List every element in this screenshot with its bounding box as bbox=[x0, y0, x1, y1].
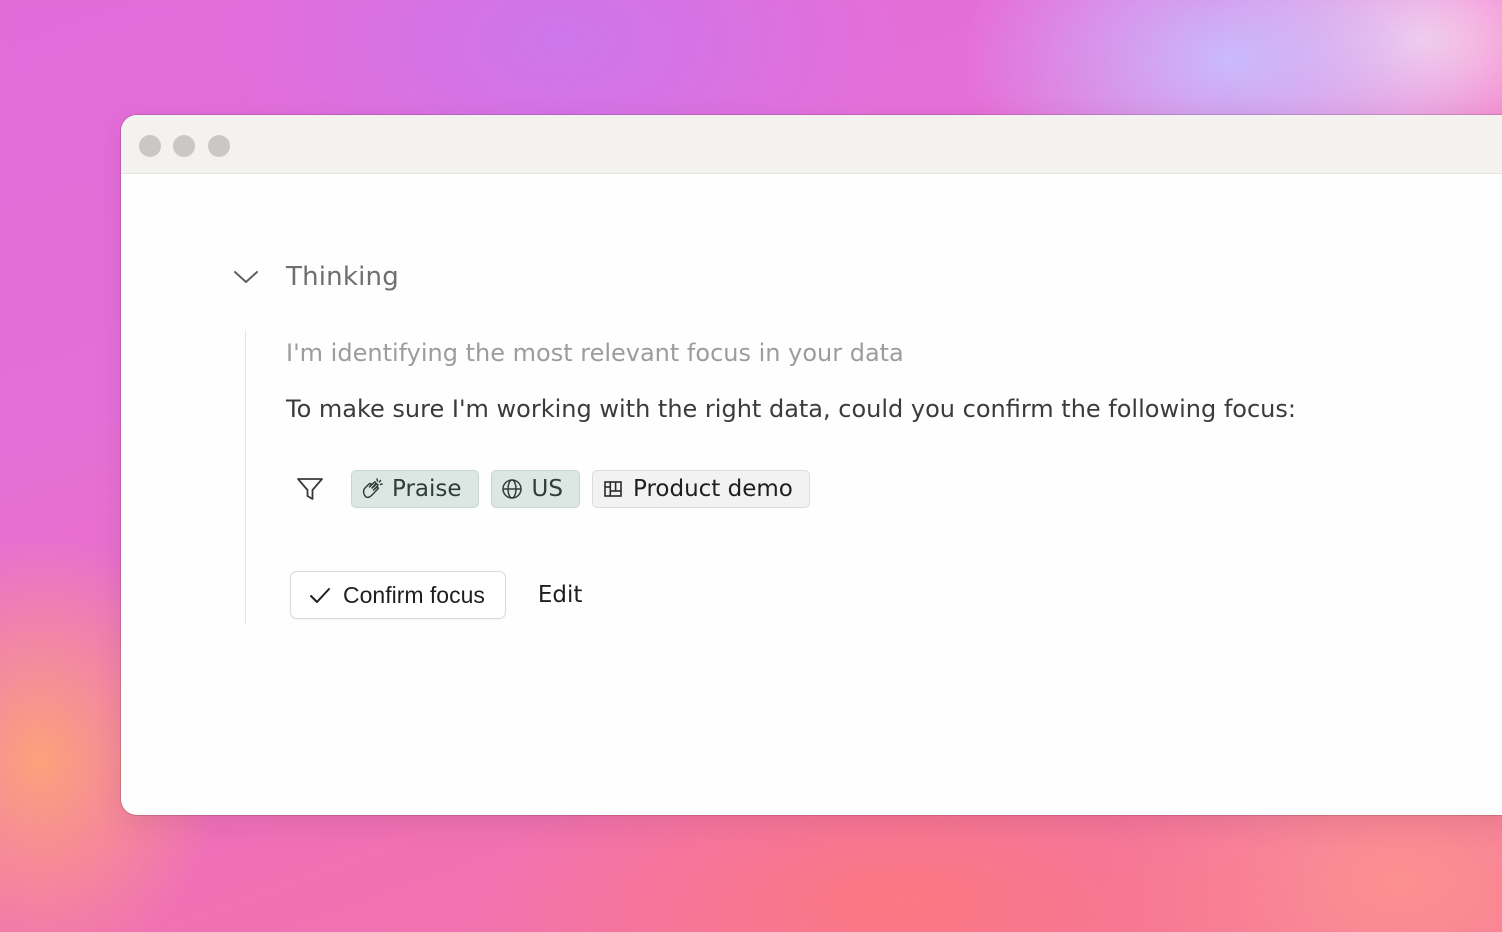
thinking-toggle[interactable]: Thinking bbox=[229, 260, 399, 294]
chevron-down-icon bbox=[229, 260, 263, 294]
chip-praise[interactable]: Praise bbox=[351, 470, 479, 508]
chip-praise-label: Praise bbox=[392, 476, 462, 502]
edit-button[interactable]: Edit bbox=[538, 582, 583, 608]
window-close-button[interactable] bbox=[139, 135, 161, 157]
window-titlebar bbox=[121, 115, 1502, 174]
confirm-focus-button[interactable]: Confirm focus bbox=[290, 571, 506, 619]
chip-product-demo-label: Product demo bbox=[632, 476, 793, 502]
chip-product-demo[interactable]: Product demo bbox=[591, 470, 810, 508]
confirm-focus-label: Confirm focus bbox=[343, 581, 485, 608]
app-window: Thinking I'm identifying the most releva… bbox=[121, 115, 1502, 815]
confirmation-actions: Confirm focus Edit bbox=[290, 571, 582, 619]
clapping-hands-icon bbox=[360, 477, 384, 501]
thread-divider bbox=[245, 330, 246, 624]
checkmark-icon bbox=[307, 582, 333, 608]
focus-filter-row: Praise US Product demo bbox=[291, 470, 822, 508]
confirmation-question: To make sure I'm working with the right … bbox=[286, 395, 1296, 423]
chip-us[interactable]: US bbox=[490, 470, 580, 508]
thinking-label: Thinking bbox=[286, 262, 399, 292]
window-maximize-button[interactable] bbox=[208, 135, 230, 157]
window-minimize-button[interactable] bbox=[173, 135, 195, 157]
board-icon bbox=[601, 477, 625, 501]
thinking-status-text: I'm identifying the most relevant focus … bbox=[286, 339, 904, 367]
chip-us-label: US bbox=[531, 476, 563, 502]
filter-icon bbox=[291, 470, 329, 508]
globe-icon bbox=[500, 477, 524, 501]
